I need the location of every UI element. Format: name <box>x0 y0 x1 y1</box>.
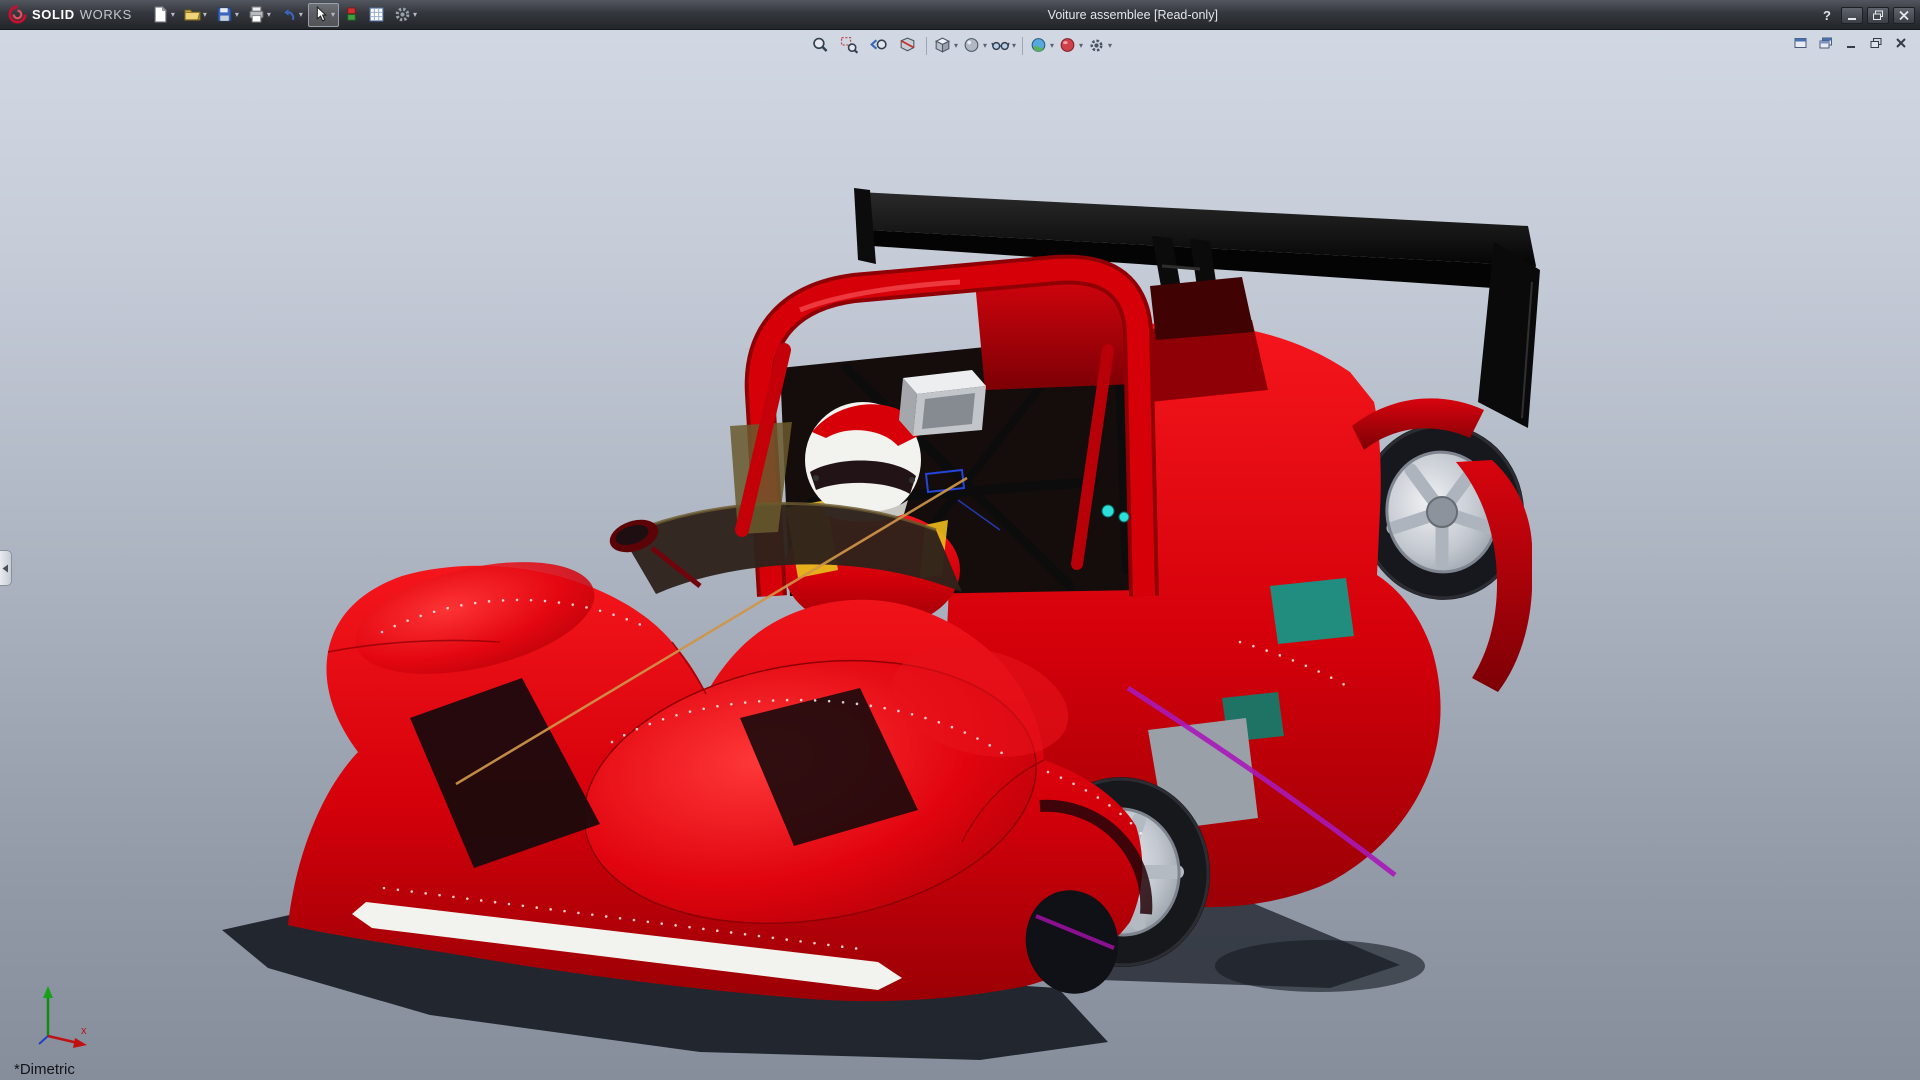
dropdown-arrow-icon: ▾ <box>1050 42 1054 50</box>
tools-button[interactable]: ▾ <box>390 3 421 27</box>
print-icon <box>248 6 265 23</box>
dropdown-arrow-icon: ▾ <box>331 11 335 19</box>
restore-icon <box>1872 10 1884 21</box>
minimize-icon <box>1844 37 1858 49</box>
dropdown-arrow-icon: ▾ <box>299 11 303 19</box>
rebuild-button[interactable] <box>340 3 363 27</box>
previous-view-button[interactable] <box>865 33 892 58</box>
window-title: Voiture assemblee [Read-only] <box>1048 8 1218 22</box>
dropdown-arrow-icon: ▾ <box>1108 42 1112 50</box>
doc-window-next-button[interactable] <box>1816 34 1835 51</box>
new-document-icon <box>152 6 169 23</box>
collapse-arrow-icon <box>2 564 9 573</box>
view-settings-button[interactable]: ▾ <box>1086 33 1113 58</box>
viewport-3d[interactable]: ▾ ▾ ▾ ▾ <box>0 30 1920 1080</box>
dropdown-arrow-icon: ▾ <box>954 42 958 50</box>
dropdown-arrow-icon: ▾ <box>235 11 239 19</box>
sheet-grid-icon <box>368 6 385 23</box>
toolbar-separator <box>1022 37 1023 55</box>
doc-window-previous-button[interactable] <box>1791 34 1810 51</box>
y-axis-arrow <box>43 986 53 998</box>
scene-globe-icon <box>1029 36 1048 55</box>
apply-scene-button[interactable]: ▾ <box>1028 33 1055 58</box>
display-style-button[interactable]: ▾ <box>961 33 988 58</box>
close-icon <box>1894 37 1908 49</box>
dropdown-arrow-icon: ▾ <box>203 11 207 19</box>
open-button[interactable]: ▾ <box>180 3 211 27</box>
window-cascade-icon <box>1819 37 1833 49</box>
glasses-icon <box>991 36 1010 55</box>
dropdown-arrow-icon: ▾ <box>171 11 175 19</box>
hide-show-items-button[interactable]: ▾ <box>990 33 1017 58</box>
main-toolbar: ▾ ▾ ▾ ▾ ▾ <box>148 3 421 27</box>
rearview-mirror <box>899 370 986 436</box>
close-button[interactable] <box>1893 7 1915 24</box>
sheet-format-button[interactable] <box>364 3 389 27</box>
new-document-button[interactable]: ▾ <box>148 3 179 27</box>
previous-view-icon <box>869 36 888 55</box>
display-style-icon <box>962 36 981 55</box>
doc-close-button[interactable] <box>1891 34 1910 51</box>
window-controls: ? <box>1817 0 1915 30</box>
title-bar: SOLID WORKS ▾ ▾ ▾ ▾ <box>0 0 1920 30</box>
zoom-fit-icon <box>811 36 830 55</box>
close-icon <box>1898 10 1910 21</box>
view-toolbar: ▾ ▾ ▾ ▾ <box>807 33 1113 58</box>
zoom-area-icon <box>840 36 859 55</box>
zoom-to-fit-button[interactable] <box>807 33 834 58</box>
document-window-controls <box>1791 34 1910 51</box>
section-view-button[interactable] <box>894 33 921 58</box>
feature-tree-tab[interactable] <box>0 550 12 586</box>
solidworks-logo: SOLID WORKS <box>0 5 144 24</box>
restore-button[interactable] <box>1867 7 1889 24</box>
x-axis-arrow <box>73 1038 87 1048</box>
view-orientation-label: *Dimetric <box>14 1061 75 1078</box>
toolbar-separator <box>926 37 927 55</box>
view-orientation-button[interactable]: ▾ <box>932 33 959 58</box>
x-axis-label: x <box>81 1025 87 1037</box>
view-settings-gear-icon <box>1087 36 1106 55</box>
save-icon <box>216 6 233 23</box>
dropdown-arrow-icon: ▾ <box>1012 42 1016 50</box>
marker-light <box>1102 505 1114 517</box>
dropdown-arrow-icon: ▾ <box>1079 42 1083 50</box>
undo-icon <box>280 6 297 23</box>
view-cube-icon <box>933 36 952 55</box>
orientation-triad[interactable]: x <box>18 974 98 1054</box>
minimize-icon <box>1846 10 1858 21</box>
zoom-to-area-button[interactable] <box>836 33 863 58</box>
marker-light <box>1119 512 1129 522</box>
logo-text-light: WORKS <box>80 7 132 22</box>
section-view-icon <box>898 36 917 55</box>
dropdown-arrow-icon: ▾ <box>983 42 987 50</box>
logo-text-bold: SOLID <box>32 7 75 22</box>
race-car-model[interactable] <box>288 188 1540 1002</box>
undo-button[interactable]: ▾ <box>276 3 307 27</box>
z-axis-line <box>39 1036 48 1044</box>
open-folder-icon <box>184 6 201 23</box>
help-button[interactable]: ? <box>1817 8 1837 23</box>
appearance-sphere-icon <box>1058 36 1077 55</box>
rebuild-icon <box>344 6 359 23</box>
doc-restore-button[interactable] <box>1866 34 1885 51</box>
minimize-button[interactable] <box>1841 7 1863 24</box>
solidworks-window: SOLID WORKS ▾ ▾ ▾ ▾ <box>0 0 1920 1080</box>
doc-minimize-button[interactable] <box>1841 34 1860 51</box>
save-button[interactable]: ▾ <box>212 3 243 27</box>
select-cursor-icon <box>312 6 329 23</box>
3d-scene[interactable] <box>0 30 1920 1080</box>
restore-icon <box>1869 37 1883 49</box>
window-icon <box>1794 37 1808 49</box>
edit-appearance-button[interactable]: ▾ <box>1057 33 1084 58</box>
print-button[interactable]: ▾ <box>244 3 275 27</box>
gear-icon <box>394 6 411 23</box>
3ds-logo-icon <box>8 5 27 24</box>
dropdown-arrow-icon: ▾ <box>267 11 271 19</box>
dropdown-arrow-icon: ▾ <box>413 11 417 19</box>
select-button[interactable]: ▾ <box>308 3 339 27</box>
